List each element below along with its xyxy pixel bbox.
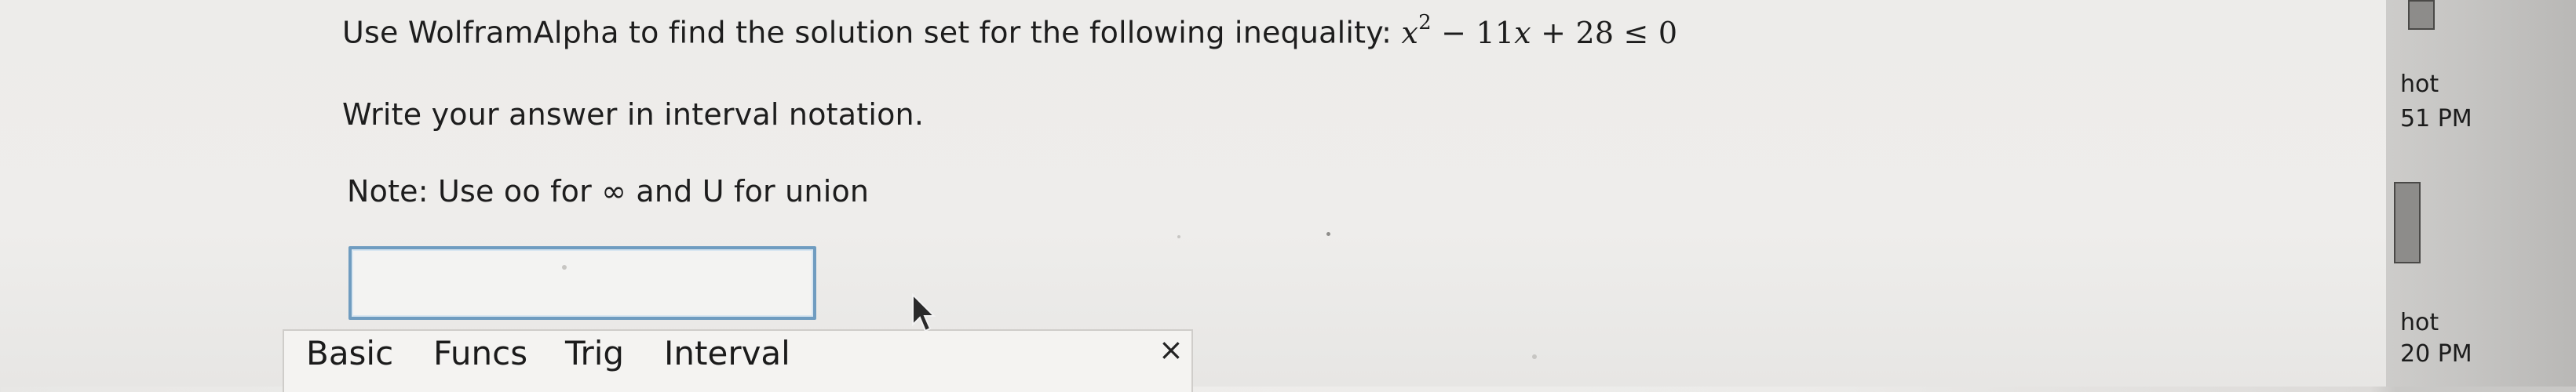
side-time-2: 20 PM [2400, 340, 2472, 368]
tab-trig[interactable]: Trig [565, 334, 624, 372]
side-label-2: hot [2400, 309, 2439, 336]
var-x: x [1401, 15, 1419, 50]
background-speck [1177, 235, 1180, 238]
side-time-1: 51 PM [2400, 105, 2472, 132]
plus-sign: + [1541, 15, 1567, 50]
constant: 28 [1575, 15, 1615, 50]
side-thumbnail [2408, 0, 2435, 30]
exponent: 2 [1418, 11, 1432, 34]
background-speck [1326, 232, 1330, 236]
instruction-text: Write your answer in interval notation. [342, 97, 925, 132]
side-label-1: hot [2400, 71, 2439, 98]
side-thumbnail [2394, 182, 2421, 263]
background-speck [562, 265, 567, 270]
relation-sign: ≤ [1623, 15, 1649, 50]
answer-input[interactable] [348, 246, 816, 320]
mouse-cursor-icon [912, 293, 936, 332]
inequality-expression: x2 − 11x + 28 ≤ 0 [1401, 11, 1678, 50]
tab-funcs[interactable]: Funcs [433, 334, 527, 372]
tab-interval[interactable]: Interval [664, 334, 790, 372]
close-icon[interactable]: × [1158, 332, 1184, 367]
tab-basic[interactable]: Basic [306, 334, 393, 372]
note-text: Note: Use oo for ∞ and U for union [347, 174, 870, 209]
question-panel: Use WolframAlpha to find the solution se… [0, 0, 2386, 392]
right-hand-side: 0 [1658, 15, 1678, 50]
background-speck [1532, 354, 1537, 359]
question-prompt-line: Use WolframAlpha to find the solution se… [342, 11, 1678, 50]
coefficient: 11 [1476, 15, 1515, 50]
minus-sign: − [1441, 15, 1467, 50]
var-x-linear: x [1514, 15, 1531, 50]
question-prompt: Use WolframAlpha to find the solution se… [342, 15, 1392, 50]
